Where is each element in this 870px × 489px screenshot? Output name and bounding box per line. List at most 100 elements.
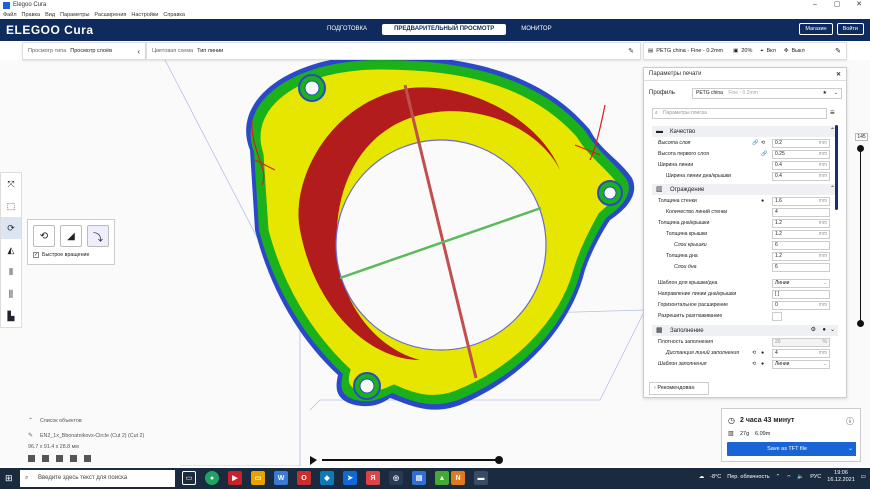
setting-value[interactable]: 20%	[772, 338, 830, 347]
path-slider-handle[interactable]	[495, 456, 503, 464]
rotate-tool-icon[interactable]: ⟳	[1, 217, 21, 239]
file-explorer-icon[interactable]: ▭	[251, 471, 265, 485]
setting-row[interactable]: Шаблон для крышки/дна Линии ⌄	[644, 278, 838, 289]
task-view-icon[interactable]: ▭	[182, 471, 196, 485]
setting-row[interactable]: Плотность заполнения 20%	[644, 337, 838, 348]
category-walls[interactable]: ▥ Ограждение ⌃	[652, 184, 838, 195]
layer-number-input[interactable]: 145	[855, 133, 868, 141]
snap-rotation-checkbox[interactable]: ✓	[33, 252, 39, 258]
info-icon[interactable]: ●	[761, 348, 764, 359]
setting-value[interactable]: 0.4 mm	[772, 172, 830, 181]
setting-dropdown[interactable]: Линии ⌄	[772, 360, 830, 369]
setting-row[interactable]: Разрешить разглаживание	[644, 311, 838, 322]
steam-icon[interactable]: ◎	[389, 471, 403, 485]
profile-dropdown[interactable]: PETG china Fine - 0.2mm ★ ⌄	[692, 88, 842, 99]
category-quality[interactable]: ▬ Качество ⌃	[652, 126, 838, 137]
settings-scrollbar[interactable]	[835, 125, 838, 210]
tab-preview[interactable]: ПРЕДВАРИТЕЛЬНЫЙ ПРОСМОТР	[382, 24, 507, 35]
network-icon[interactable]: ⌔	[786, 474, 791, 481]
link-icon[interactable]: 🔗	[761, 149, 767, 160]
setting-row[interactable]: Горизонтальное расширение 0 mm	[644, 300, 838, 311]
setting-value[interactable]: 1.2 mm	[772, 219, 830, 228]
app-icon-red[interactable]: ▶	[228, 471, 242, 485]
clock[interactable]: 19:06 16.12.2021	[827, 470, 855, 484]
print-setup-summary[interactable]: ▤ PETG china - Fine - 0.2mm ▣ 20% ⌖ Вкл …	[643, 42, 847, 60]
reset-icon[interactable]: ⟲	[752, 359, 756, 370]
menu-view[interactable]: Вид	[45, 12, 55, 18]
info-icon[interactable]: ●	[761, 359, 764, 370]
setting-row[interactable]: Дистанция линий заполнения ⟲ ● 4 mm	[644, 348, 838, 359]
layer-slider-bottom-handle[interactable]	[857, 320, 864, 327]
settings-search-input[interactable]: ⌕ Параметры поиска	[652, 108, 827, 119]
telegram-icon[interactable]: ➤	[343, 471, 357, 485]
setting-value[interactable]: 4 mm	[772, 349, 830, 358]
setting-row[interactable]: Шаблон заполнения ⟲ ● Линии ⌄	[644, 359, 838, 370]
setting-value[interactable]: 4	[772, 208, 830, 217]
setting-row[interactable]: Слои крышки 6	[644, 240, 838, 251]
setting-row[interactable]: Толщина дна 1.2 mm	[644, 251, 838, 262]
scale-tool-icon[interactable]: ⬚	[1, 195, 21, 217]
setting-value[interactable]: 6	[772, 241, 830, 250]
select-face-icon[interactable]: ⤵	[87, 225, 109, 247]
signin-button[interactable]: Войти	[836, 23, 864, 35]
info-icon[interactable]: ●	[822, 325, 826, 336]
windows-start-icon[interactable]: ⊞	[5, 473, 13, 484]
close-icon[interactable]: ✕	[848, 0, 870, 10]
pencil-icon[interactable]: ✎	[628, 47, 634, 55]
setting-row[interactable]: Толщина крышки 1.2 mm	[644, 229, 838, 240]
star-icon[interactable]: ★	[823, 89, 827, 98]
reset-rotation-icon[interactable]: ⟲	[33, 225, 55, 247]
view-type-selector[interactable]: Просмотр типа Просмотр слоёв ‹	[22, 42, 146, 60]
setting-value[interactable]: [ ]	[772, 290, 830, 299]
per-model-settings-icon[interactable]: ⫴	[1, 261, 21, 283]
cut-tool-icon[interactable]: ▙	[1, 305, 21, 327]
minimize-icon[interactable]: –	[804, 0, 826, 10]
setting-row[interactable]: Количество линий стенки 4	[644, 207, 838, 218]
setting-dropdown[interactable]: Линии ⌄	[772, 279, 830, 288]
pencil-icon[interactable]: ✎	[835, 47, 841, 55]
lay-flat-icon[interactable]: ◢	[60, 225, 82, 247]
close-icon[interactable]: ✕	[836, 71, 841, 78]
view-3d-icon[interactable]	[28, 455, 35, 462]
language-indicator[interactable]: РУС	[810, 474, 821, 480]
menu-settings[interactable]: Параметры	[60, 12, 89, 18]
info-icon[interactable]: ⓘ	[846, 416, 854, 427]
category-infill[interactable]: ▦ Заполнение ⚙ ● ⌄	[652, 325, 838, 336]
reset-icon[interactable]: ⟲	[752, 348, 756, 359]
recommended-button[interactable]: ‹ Рекомендован	[649, 382, 709, 395]
tray-expand-icon[interactable]: ⌃	[776, 474, 781, 480]
settings-menu-icon[interactable]: ≡	[830, 108, 835, 117]
setting-row[interactable]: Слои дна 6	[644, 262, 838, 273]
cura-taskbar-icon[interactable]: ▬	[474, 471, 488, 485]
chevron-down-icon[interactable]: ⌄	[834, 89, 838, 98]
setting-value[interactable]: 6	[772, 263, 830, 272]
app-icon-blue[interactable]: W	[274, 471, 288, 485]
maximize-icon[interactable]: ▢	[826, 0, 848, 10]
object-list-title[interactable]: Список объектов	[40, 418, 82, 424]
marketplace-button[interactable]: Магазин	[799, 23, 833, 35]
setting-row[interactable]: Ширина линии 0.4 mm	[644, 160, 838, 171]
chevron-down-icon[interactable]: ⌄	[845, 442, 856, 456]
menu-file[interactable]: Файл	[3, 12, 17, 18]
view-right-icon[interactable]	[84, 455, 91, 462]
setting-value[interactable]: 0.25 mm	[772, 150, 830, 159]
chevron-left-icon[interactable]: ‹	[137, 47, 140, 56]
view-left-icon[interactable]	[70, 455, 77, 462]
setting-value[interactable]: 1.6 mm	[772, 197, 830, 206]
app-icon-cyan[interactable]: ◆	[320, 471, 334, 485]
view-front-icon[interactable]	[42, 455, 49, 462]
view-top-icon[interactable]	[56, 455, 63, 462]
layer-slider-top-handle[interactable]	[857, 145, 864, 152]
move-tool-icon[interactable]: ⤧	[1, 173, 21, 195]
volume-icon[interactable]: 🔈	[797, 474, 804, 480]
app-icon-yandex[interactable]: Я	[366, 471, 380, 485]
layer-slider-track[interactable]	[860, 146, 861, 324]
notifications-icon[interactable]: ▭	[861, 474, 866, 480]
app-icon-files[interactable]: ▤	[412, 471, 426, 485]
menu-edit[interactable]: Правка	[22, 12, 41, 18]
link-icon[interactable]: 🔗	[752, 138, 758, 149]
chevron-up-icon[interactable]: ⌃	[28, 417, 33, 424]
play-icon[interactable]	[310, 456, 317, 465]
menu-extensions[interactable]: Расширения	[94, 12, 126, 18]
mirror-tool-icon[interactable]: ◭	[1, 239, 21, 261]
